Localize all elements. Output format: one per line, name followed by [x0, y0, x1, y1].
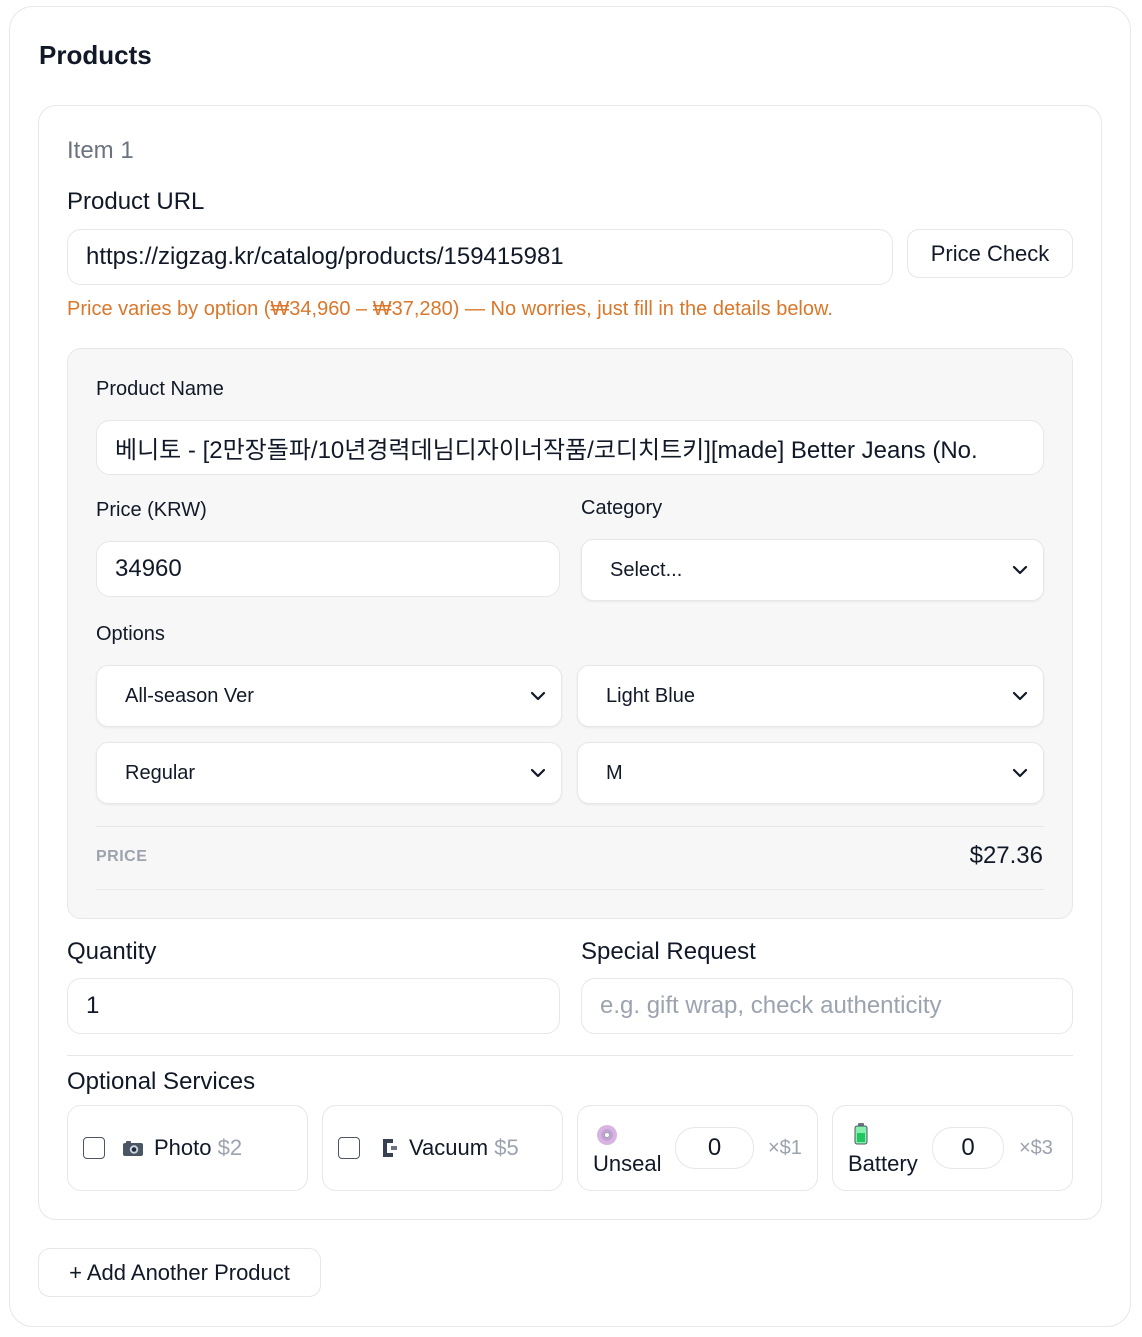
price-summary-value: $27.36 — [969, 842, 1043, 869]
special-request-input[interactable]: e.g. gift wrap, check authenticity — [581, 978, 1073, 1034]
service-unseal: Unseal 0 ×$1 — [577, 1105, 818, 1191]
special-request-label: Special Request — [581, 938, 756, 965]
option-size-value: M — [606, 761, 623, 784]
service-vacuum[interactable]: Vacuum $5 — [322, 1105, 563, 1191]
chevron-down-icon — [529, 687, 547, 705]
chevron-down-icon — [1011, 687, 1029, 705]
battery-service-name: Battery — [848, 1151, 918, 1176]
option-fit-value: Regular — [125, 761, 196, 784]
chevron-down-icon — [1011, 561, 1029, 579]
product-url-input[interactable]: https://zigzag.kr/catalog/products/15941… — [67, 229, 893, 285]
quantity-input[interactable]: 1 — [67, 978, 560, 1034]
price-krw-input[interactable]: 34960 — [96, 541, 560, 597]
product-name-label: Product Name — [96, 378, 224, 400]
clamp-icon — [379, 1136, 399, 1160]
option-select-season[interactable]: All-season Ver — [96, 665, 562, 727]
price-divider-top — [96, 826, 1044, 827]
battery-count-input[interactable]: 0 — [932, 1127, 1004, 1169]
price-divider-bottom — [96, 889, 1044, 890]
photo-service-price: $2 — [217, 1135, 243, 1160]
chevron-down-icon — [1011, 764, 1029, 782]
price-krw-value: 34960 — [115, 555, 182, 582]
price-check-button[interactable]: Price Check — [907, 229, 1073, 278]
product-url-label: Product URL — [67, 188, 205, 215]
unseal-count-value: 0 — [707, 1134, 722, 1161]
category-label: Category — [581, 497, 663, 519]
optional-services-label: Optional Services — [67, 1068, 256, 1095]
disc-icon — [596, 1124, 618, 1146]
add-another-product-button[interactable]: + Add Another Product — [38, 1248, 321, 1297]
option-select-fit[interactable]: Regular — [96, 742, 562, 804]
vacuum-service-name: Vacuum — [409, 1135, 489, 1160]
unseal-service-name: Unseal — [593, 1151, 662, 1176]
photo-checkbox[interactable] — [83, 1137, 105, 1159]
quantity-value: 1 — [86, 992, 100, 1019]
vacuum-service-price: $5 — [494, 1135, 519, 1160]
option-color-value: Light Blue — [606, 684, 695, 707]
option-select-color[interactable]: Light Blue — [577, 665, 1044, 727]
service-photo[interactable]: Photo $2 — [67, 1105, 308, 1191]
price-summary-label: PRICE — [96, 848, 148, 865]
unseal-multiplier: ×$1 — [768, 1137, 802, 1159]
unseal-count-input[interactable]: 0 — [675, 1127, 754, 1169]
special-request-placeholder: e.g. gift wrap, check authenticity — [600, 992, 942, 1019]
service-battery: Battery 0 ×$3 — [832, 1105, 1073, 1191]
price-notice: Price varies by option (₩34,960 – ₩37,28… — [67, 298, 833, 320]
option-select-size[interactable]: M — [577, 742, 1044, 804]
options-label: Options — [96, 623, 165, 645]
battery-count-value: 0 — [961, 1134, 975, 1161]
section-title: Products — [39, 40, 152, 70]
option-season-value: All-season Ver — [125, 684, 254, 707]
photo-service-name: Photo — [154, 1135, 212, 1160]
services-divider — [67, 1055, 1073, 1056]
camera-icon — [122, 1137, 144, 1159]
price-krw-label: Price (KRW) — [96, 499, 207, 521]
category-selected: Select... — [610, 558, 683, 581]
product-url-value: https://zigzag.kr/catalog/products/15941… — [86, 243, 564, 270]
product-name-input[interactable]: 베니토 - [2만장돌파/10년경력데님디자이너작품/코디치트키][made] … — [96, 420, 1044, 475]
product-name-value: 베니토 - [2만장돌파/10년경력데님디자이너작품/코디치트키][made] … — [115, 437, 978, 464]
item-label: Item 1 — [67, 137, 134, 164]
category-select[interactable]: Select... — [581, 539, 1044, 601]
battery-multiplier: ×$3 — [1019, 1137, 1053, 1159]
battery-icon — [854, 1123, 868, 1145]
vacuum-checkbox[interactable] — [338, 1137, 360, 1159]
chevron-down-icon — [529, 764, 547, 782]
quantity-label: Quantity — [67, 938, 157, 965]
